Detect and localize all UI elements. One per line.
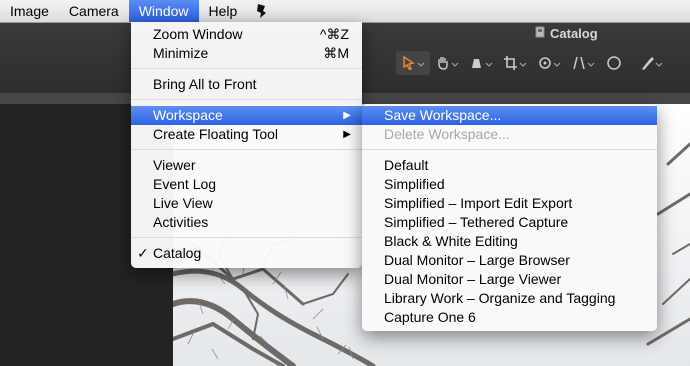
menu-item-workspace-bw-editing[interactable]: Black & White Editing	[362, 232, 657, 251]
menu-separator	[131, 237, 362, 238]
workspace-submenu: Save Workspace... Delete Workspace... De…	[362, 104, 657, 331]
menu-item-label: Dual Monitor – Large Browser	[384, 252, 570, 268]
menu-item-label: Simplified – Import Edit Export	[384, 195, 573, 211]
menu-item-workspace[interactable]: Workspace ▶	[131, 106, 362, 125]
menu-item-label: Bring All to Front	[153, 76, 257, 92]
menu-item-save-workspace[interactable]: Save Workspace...	[362, 106, 657, 125]
menu-item-label: Minimize	[153, 45, 209, 61]
menu-item-bring-all-to-front[interactable]: Bring All to Front	[131, 75, 362, 94]
menu-image[interactable]: Image	[0, 0, 59, 22]
menu-item-label: Black & White Editing	[384, 233, 518, 249]
script-menu-icon[interactable]	[247, 0, 275, 22]
menu-separator	[131, 68, 362, 69]
menu-item-workspace-library-work[interactable]: Library Work – Organize and Tagging	[362, 289, 657, 308]
menu-item-catalog[interactable]: ✓ Catalog	[131, 244, 362, 263]
shortcut-label: ^⌘Z	[319, 26, 349, 42]
menu-item-label: Capture One 6	[384, 309, 476, 325]
menu-item-workspace-capture-one-6[interactable]: Capture One 6	[362, 308, 657, 327]
menu-item-label: Simplified	[384, 176, 445, 192]
checkmark-icon: ✓	[137, 245, 149, 261]
menu-item-minimize[interactable]: Minimize ⌘M	[131, 44, 362, 63]
menu-separator	[131, 99, 362, 100]
menu-item-label: Create Floating Tool	[153, 126, 279, 142]
menu-item-zoom-window[interactable]: Zoom Window ^⌘Z	[131, 25, 362, 44]
menu-item-workspace-tethered-capture[interactable]: Simplified – Tethered Capture	[362, 213, 657, 232]
hand-icon[interactable]	[430, 51, 464, 75]
crop-frame-icon[interactable]	[464, 51, 498, 75]
menu-item-activities[interactable]: Activities	[131, 213, 362, 232]
spot-icon[interactable]	[600, 51, 634, 75]
menu-item-workspace-default[interactable]: Default	[362, 156, 657, 175]
menu-item-label: Zoom Window	[153, 26, 243, 42]
rotate-icon[interactable]	[532, 51, 566, 75]
window-title: Catalog	[535, 26, 598, 41]
menu-item-workspace-simplified[interactable]: Simplified	[362, 175, 657, 194]
menu-item-workspace-dual-large-viewer[interactable]: Dual Monitor – Large Viewer	[362, 270, 657, 289]
submenu-arrow-icon: ▶	[343, 110, 351, 121]
tool-strip	[396, 50, 690, 76]
window-menu-dropdown: Zoom Window ^⌘Z Minimize ⌘M Bring All to…	[131, 22, 362, 268]
menu-separator	[131, 149, 362, 150]
pointer-icon[interactable]	[396, 51, 430, 75]
menu-item-live-view[interactable]: Live View	[131, 194, 362, 213]
menu-window[interactable]: Window	[128, 0, 199, 22]
document-icon	[535, 26, 545, 41]
color-picker-icon[interactable]	[634, 51, 668, 75]
menu-item-label: Delete Workspace...	[384, 126, 510, 142]
menu-item-workspace-import-edit-export[interactable]: Simplified – Import Edit Export	[362, 194, 657, 213]
menu-item-label: Catalog	[153, 245, 202, 261]
menu-item-label: Activities	[153, 214, 209, 230]
keystone-icon[interactable]	[566, 51, 600, 75]
menu-item-label: Viewer	[153, 157, 196, 173]
menu-item-label: Default	[384, 157, 429, 173]
menu-item-label: Workspace	[153, 107, 223, 123]
menu-item-label: Simplified – Tethered Capture	[384, 214, 569, 230]
menu-item-viewer[interactable]: Viewer	[131, 156, 362, 175]
shortcut-label: ⌘M	[323, 45, 349, 61]
menu-item-label: Dual Monitor – Large Viewer	[384, 271, 562, 287]
menu-item-label: Live View	[153, 195, 213, 211]
menu-separator	[362, 149, 657, 150]
menu-help[interactable]: Help	[199, 0, 248, 22]
crop-icon[interactable]	[498, 51, 532, 75]
menu-item-label: Save Workspace...	[384, 107, 502, 123]
menubar: Image Camera Window Help	[0, 0, 690, 23]
submenu-arrow-icon: ▶	[343, 129, 351, 140]
menu-item-create-floating-tool[interactable]: Create Floating Tool ▶	[131, 125, 362, 144]
menu-item-delete-workspace: Delete Workspace...	[362, 125, 657, 144]
menu-item-workspace-dual-large-browser[interactable]: Dual Monitor – Large Browser	[362, 251, 657, 270]
menu-item-label: Event Log	[153, 176, 217, 192]
menu-item-event-log[interactable]: Event Log	[131, 175, 362, 194]
menu-item-label: Library Work – Organize and Tagging	[384, 290, 616, 306]
menu-camera[interactable]: Camera	[59, 0, 129, 22]
window-title-text: Catalog	[550, 26, 598, 41]
